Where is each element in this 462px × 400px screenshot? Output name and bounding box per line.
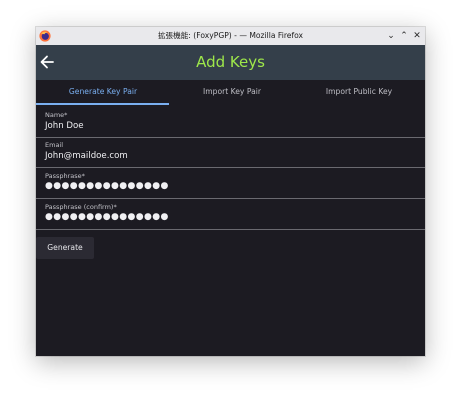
name-label: Name* <box>45 111 68 119</box>
tab-import-public-key[interactable]: Import Public Key <box>294 80 424 105</box>
tab-bar: Generate Key Pair Import Key Pair Import… <box>36 80 425 105</box>
email-label: Email <box>45 141 64 149</box>
name-input[interactable]: John Doe <box>45 121 84 131</box>
email-input[interactable]: John@maildoe.com <box>45 151 128 161</box>
app-header: Add Keys <box>36 45 425 80</box>
close-button[interactable]: ✕ <box>410 29 424 43</box>
passphrase-confirm-input[interactable]: ●●●●●●●●●●●●●●● <box>45 212 169 222</box>
passphrase-field[interactable]: Passphrase* ●●●●●●●●●●●●●●● <box>36 168 425 199</box>
minimize-button[interactable]: ⌄ <box>384 29 398 43</box>
browser-window: 拡張機能: (FoxyPGP) - — Mozilla Firefox ⌄ ⌃ … <box>36 27 425 356</box>
passphrase-confirm-field[interactable]: Passphrase (confirm)* ●●●●●●●●●●●●●●● <box>36 199 425 230</box>
active-tab-indicator <box>36 103 169 105</box>
window-title: 拡張機能: (FoxyPGP) - — Mozilla Firefox <box>157 31 304 40</box>
page-title: Add Keys <box>196 53 265 71</box>
email-field[interactable]: Email John@maildoe.com <box>36 137 425 168</box>
tab-generate-key-pair[interactable]: Generate Key Pair <box>38 80 168 105</box>
tab-import-key-pair[interactable]: Import Key Pair <box>167 80 297 105</box>
name-field[interactable]: Name* John Doe <box>36 107 425 138</box>
passphrase-confirm-label: Passphrase (confirm)* <box>45 203 117 211</box>
generate-button[interactable]: Generate <box>36 237 94 259</box>
maximize-button[interactable]: ⌃ <box>397 29 411 43</box>
passphrase-input[interactable]: ●●●●●●●●●●●●●●● <box>45 181 169 191</box>
passphrase-label: Passphrase* <box>45 172 85 180</box>
title-bar[interactable]: 拡張機能: (FoxyPGP) - — Mozilla Firefox ⌄ ⌃ … <box>36 27 425 46</box>
